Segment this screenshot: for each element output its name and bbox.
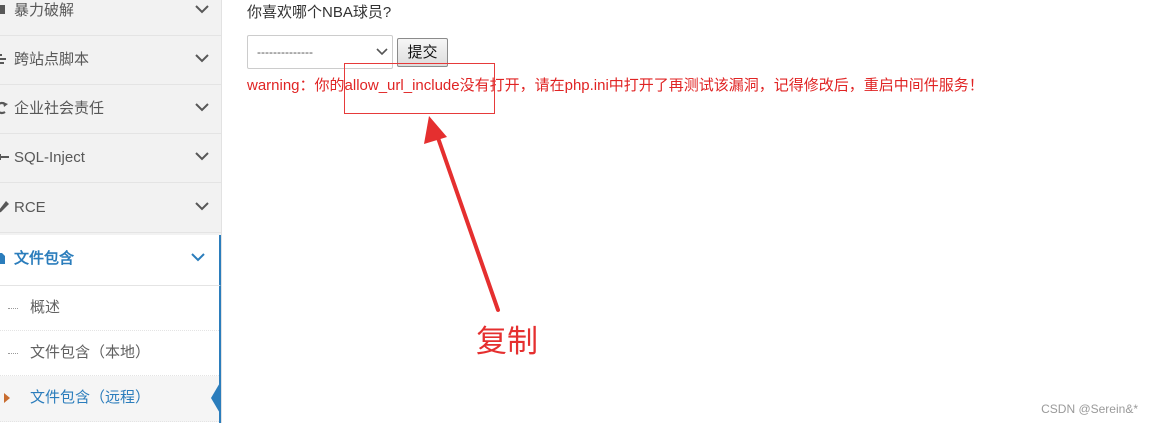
annotation-label: 复制 (476, 324, 538, 360)
chevron-down-icon (195, 5, 209, 14)
chevron-down-icon (191, 253, 205, 262)
select-value: -------------- (257, 45, 313, 59)
sidebar: 暴力破解 跨站点脚本 企业社会责任 SQL-Inject RCE 文件包含 概述… (0, 0, 222, 423)
key-icon (0, 150, 9, 164)
page: 暴力破解 跨站点脚本 企业社会责任 SQL-Inject RCE 文件包含 概述… (0, 0, 1152, 423)
sidebar-item-label: 跨站点脚本 (14, 51, 90, 68)
shield-icon (0, 3, 9, 17)
submenu-item-remote[interactable]: 文件包含（远程） (0, 376, 221, 422)
sidebar-item-sql-inject[interactable]: SQL-Inject (0, 134, 221, 183)
annotation-highlight-box (344, 63, 495, 114)
submenu-item-label: 概述 (30, 299, 61, 316)
chevron-down-icon (195, 103, 209, 112)
sidebar-item-xss[interactable]: 跨站点脚本 (0, 36, 221, 85)
sidebar-item-label: 暴力破解 (14, 2, 75, 19)
tree-line (8, 353, 18, 354)
submenu-file-inclusion: 概述 文件包含（本地） 文件包含（远程） (0, 286, 221, 423)
sidebar-item-file-inclusion[interactable]: 文件包含 (0, 235, 221, 286)
chevron-down-icon (376, 48, 388, 56)
submenu-item-label: 文件包含（远程） (30, 389, 151, 406)
chevron-down-icon (195, 152, 209, 161)
sidebar-item-label: 企业社会责任 (14, 100, 105, 117)
pencil-icon (0, 200, 9, 214)
chevron-down-icon (195, 202, 209, 211)
question-text: 你喜欢哪个NBA球员? (247, 4, 392, 21)
submenu-item-local[interactable]: 文件包含（本地） (0, 331, 219, 376)
sidebar-item-label: 文件包含 (14, 250, 75, 267)
submenu-item-overview[interactable]: 概述 (0, 286, 219, 331)
file-icon (0, 251, 9, 265)
sidebar-item-label: SQL-Inject (14, 149, 85, 166)
sidebar-item-brute-force[interactable]: 暴力破解 (0, 0, 221, 36)
refresh-icon (0, 101, 9, 115)
active-pointer-icon (211, 381, 221, 415)
watermark: CSDN @Serein&* (1041, 402, 1138, 416)
caret-right-icon (4, 393, 10, 403)
sidebar-item-label: RCE (14, 199, 46, 216)
chevron-down-icon (195, 54, 209, 63)
list-icon (0, 52, 9, 66)
submenu-item-label: 文件包含（本地） (30, 344, 151, 361)
sidebar-item-csrf[interactable]: 企业社会责任 (0, 85, 221, 134)
tree-line (8, 308, 18, 309)
sidebar-item-rce[interactable]: RCE (0, 184, 221, 233)
